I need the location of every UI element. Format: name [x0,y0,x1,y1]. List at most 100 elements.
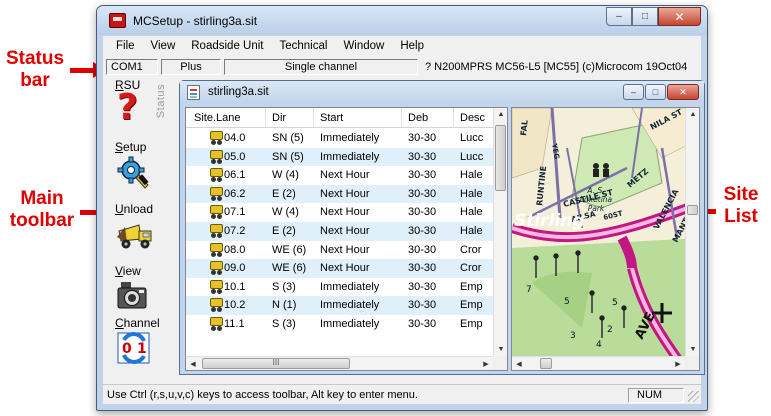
resize-grip[interactable] [688,391,699,402]
column-header-deb[interactable]: Deb [402,108,454,128]
horizontal-scroll-thumb[interactable]: III [202,358,350,369]
map-vertical-scroll-thumb[interactable] [687,205,698,215]
cell-desc: Emp [460,317,483,330]
close-button[interactable]: ✕ [658,7,701,26]
map-view[interactable]: A. S. Luketina Park CASTILE ST AILSA 60ST … [511,107,700,371]
table-row[interactable]: 04.0 SN (5) Immediately 30-30 Lucc [186,129,493,148]
map-horizontal-scrollbar[interactable]: ◀ ▶ [512,356,685,370]
child-caption-buttons: – □ ✕ [622,84,699,100]
scroll-right-arrow[interactable]: ▶ [479,360,493,368]
scroll-left-arrow[interactable]: ◀ [186,360,200,368]
cell-deb: 30-30 [408,280,437,293]
table-row[interactable]: 07.2 E (2) Next Hour 30-30 Hale [186,221,493,241]
menu-window[interactable]: Window [335,40,392,52]
cell-start: Immediately [320,150,380,163]
map-scroll-left-arrow[interactable]: ◀ [512,360,526,368]
scroll-corner [493,356,507,370]
menu-roadside-unit[interactable]: Roadside Unit [183,40,271,52]
cell-site-lane: 09.0 [224,262,246,275]
site-child-window: stirling3a.sit – □ ✕ Site.Lane Dir Start… [179,80,705,375]
svg-text:2: 2 [607,325,613,335]
table-row[interactable]: 06.1 W (4) Next Hour 30-30 Hale [186,166,493,185]
table-row[interactable]: 06.2 E (2) Next Hour 30-30 Hale [186,184,493,204]
cell-site-lane: 07.1 [224,206,246,219]
site-detector-icon [210,205,223,220]
column-header-start[interactable]: Start [314,108,402,128]
document-icon [187,85,200,100]
status-hint-text: Use Ctrl (r,s,u,v,c) keys to access tool… [107,389,418,401]
site-detector-icon [210,316,223,331]
map-scroll-right-arrow[interactable]: ▶ [671,360,685,368]
cell-start: Next Hour [320,224,370,237]
channel-button[interactable]: Channel 0 1 [115,316,171,376]
scroll-grip-text: III [272,358,280,367]
map-scroll-corner [685,356,699,370]
table-row[interactable]: 10.2 N (1) Immediately 30-30 Emp [186,296,493,315]
device-info-text: ? N200MPRS MC56-L5 [MC55] (c)Microcom 19… [425,61,688,73]
cell-site-lane: 10.2 [224,299,246,312]
camera-icon [117,282,147,309]
rsu-status-button[interactable]: RSU ? Status [115,78,171,138]
setup-button[interactable]: Setup [115,140,171,200]
cell-deb: 30-30 [408,299,437,312]
annotation-status-bar: Status bar [5,48,65,91]
minimize-button[interactable]: – [606,7,632,26]
scroll-down-arrow[interactable]: ▼ [494,346,507,353]
site-list[interactable]: Site.Lane Dir Start Deb Desc 04.0 SN (5) I… [185,107,508,371]
map-scroll-down-arrow[interactable]: ▼ [686,346,699,353]
menu-help[interactable]: Help [392,40,432,52]
child-maximize-button[interactable]: □ [645,84,666,100]
list-header: Site.Lane Dir Start Deb Desc [186,108,493,128]
cell-dir: S (3) [272,280,296,293]
column-header-dir[interactable]: Dir [266,108,314,128]
annotation-site-list: Site List [723,184,759,227]
title-bar[interactable]: MCSetup - stirling3a.sit – □ ✕ [97,6,707,35]
cell-deb: 30-30 [408,150,437,163]
table-row[interactable]: 10.1 S (3) Immediately 30-30 Emp [186,278,493,297]
column-header-desc[interactable]: Desc [454,108,494,128]
map-scroll-up-arrow[interactable]: ▲ [686,111,699,118]
table-row[interactable]: 07.1 W (4) Next Hour 30-30 Hale [186,203,493,222]
child-title-bar[interactable]: stirling3a.sit – □ ✕ [180,81,704,103]
cell-dir: WE (6) [272,262,307,275]
cell-dir: E (2) [272,224,296,237]
maximize-button[interactable]: □ [632,7,658,26]
cell-desc: Hale [460,187,483,200]
cell-site-lane: 11.1 [224,317,245,330]
list-vertical-scrollbar[interactable]: ▲ ▼ [493,108,507,356]
caption-buttons: – □ ✕ [606,7,701,26]
main-window: MCSetup - stirling3a.sit – □ ✕ File View… [96,5,708,411]
cell-dir: E (2) [272,187,296,200]
view-button[interactable]: View [115,264,171,324]
cell-dir: W (4) [272,206,299,219]
unload-button[interactable]: Unload [115,202,171,262]
child-close-button[interactable]: ✕ [667,84,699,100]
map-vertical-scrollbar[interactable]: ▲ ▼ [685,108,699,356]
menu-view[interactable]: View [143,40,184,52]
menu-file[interactable]: File [108,40,143,52]
site-detector-icon [210,186,223,201]
menu-bar: File View Roadside Unit Technical Window… [103,36,701,55]
svg-text:7: 7 [526,285,532,295]
vertical-scroll-thumb[interactable] [495,125,506,191]
mode-field: Plus [161,59,221,75]
list-horizontal-scrollbar[interactable]: ◀ III ▶ [186,356,493,370]
menu-technical[interactable]: Technical [271,40,335,52]
cell-dir: W (4) [272,169,299,182]
map-horizontal-scroll-thumb[interactable] [540,358,552,369]
child-minimize-button[interactable]: – [623,84,644,100]
cell-start: Immediately [320,132,380,144]
app-icon[interactable] [109,13,126,28]
scroll-up-arrow[interactable]: ▲ [494,111,507,118]
channel-field: Single channel [224,59,418,75]
channel-label: Channel [115,316,160,330]
site-detector-icon [210,223,223,238]
svg-text:Stirling: Stirling [514,211,585,231]
main-toolbar: RSU ? Status Setup Unload View Channel 0… [103,78,175,383]
table-row[interactable]: 11.1 S (3) Immediately 30-30 Emp [186,315,493,334]
table-row[interactable]: 08.0 WE (6) Next Hour 30-30 Cror [186,241,493,260]
table-row[interactable]: 05.0 SN (5) Immediately 30-30 Lucc [186,147,493,167]
cell-start: Next Hour [320,262,370,275]
table-row[interactable]: 09.0 WE (6) Next Hour 30-30 Cror [186,259,493,278]
column-header-site-lane[interactable]: Site.Lane [186,108,266,128]
